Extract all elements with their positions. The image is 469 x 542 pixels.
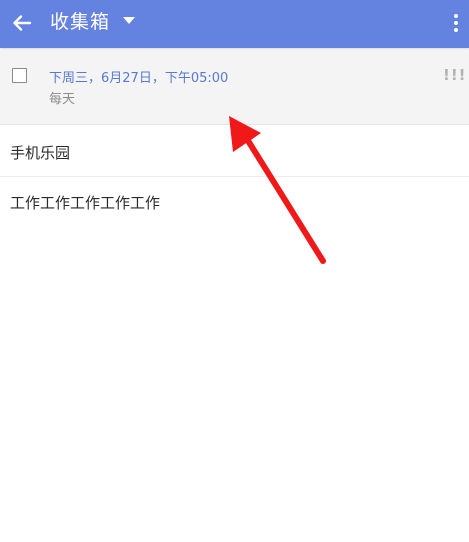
list-dropdown-button[interactable]	[120, 12, 138, 30]
list-item[interactable]: 工作工作工作工作工作	[0, 178, 469, 226]
arrow-left-icon	[13, 15, 32, 31]
task-due-date: 下周三，6月27日，下午05:00	[49, 71, 229, 86]
list-item-label: 手机乐园	[10, 144, 71, 162]
task-checkbox[interactable]	[12, 68, 27, 83]
more-vert-icon	[454, 14, 458, 32]
caret-down-icon	[123, 17, 135, 24]
list-item-label: 工作工作工作工作工作	[10, 194, 161, 212]
top-app-bar: 收集箱	[0, 0, 469, 48]
list-item[interactable]: 手机乐园	[0, 128, 469, 177]
task-repeat: 每天	[49, 92, 76, 107]
task-row[interactable]: 下周三，6月27日，下午05:00 每天 !!!	[0, 50, 469, 125]
page-title[interactable]: 收集箱	[50, 9, 110, 35]
back-button[interactable]	[8, 9, 36, 37]
more-options-button[interactable]	[448, 10, 464, 36]
priority-indicator[interactable]: !!!	[443, 66, 467, 84]
